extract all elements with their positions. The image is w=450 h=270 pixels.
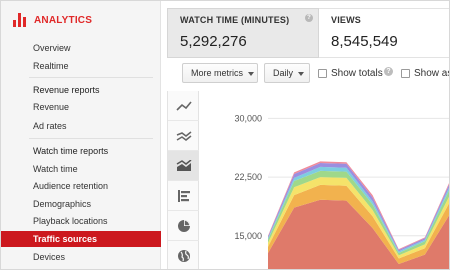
globe-icon (177, 249, 190, 262)
pie-chart-icon (177, 219, 190, 232)
analytics-brand[interactable]: ANALYTICS (13, 12, 92, 28)
show-totals-checkbox[interactable] (318, 68, 327, 78)
y-tick-label: 30,000 (234, 113, 262, 123)
help-icon[interactable]: ? (305, 14, 313, 22)
multi-line-chart-icon (176, 130, 191, 141)
sidebar-item-overview[interactable]: Overview (1, 41, 161, 55)
bar-chart-button[interactable] (168, 181, 199, 211)
globe-button[interactable] (168, 241, 199, 269)
sidebar-item-watch-time-reports[interactable]: Watch time reports (1, 144, 161, 158)
metric-title: WATCH TIME (MINUTES) (180, 15, 290, 25)
show-totals-label: Show totals (331, 67, 383, 79)
y-tick-label: 22,500 (234, 172, 262, 182)
sidebar-item-revenue[interactable]: Revenue (1, 100, 161, 114)
sidebar-item-demographics[interactable]: Demographics (1, 197, 161, 211)
help-icon[interactable]: ? (384, 67, 393, 76)
show-as-label: Show as (414, 67, 450, 79)
sidebar: ANALYTICS Overview Realtime Revenue repo… (1, 1, 161, 269)
show-totals-toggle[interactable]: Show totals (318, 67, 383, 79)
chevron-down-icon (248, 71, 255, 76)
y-tick-label: 15,000 (234, 231, 262, 241)
period-dropdown[interactable]: Daily (264, 63, 310, 83)
metric-value: 5,292,276 (180, 33, 247, 50)
sidebar-divider (29, 138, 153, 139)
show-as-checkbox[interactable] (401, 68, 410, 78)
sidebar-item-realtime[interactable]: Realtime (1, 59, 161, 73)
metric-value: 8,545,549 (331, 33, 398, 50)
line-chart-icon (175, 100, 192, 111)
more-metrics-label: More metrics (191, 68, 244, 78)
analytics-window: ANALYTICS Overview Realtime Revenue repo… (0, 0, 450, 270)
sidebar-item-audience-retention[interactable]: Audience retention (1, 179, 161, 193)
pie-chart-button[interactable] (168, 211, 199, 241)
bar-chart-logo-icon (13, 13, 27, 27)
traffic-area-chart: 30,000 22,500 15,000 (234, 113, 449, 269)
stacked-area-chart-icon (176, 159, 191, 171)
sidebar-item-devices[interactable]: Devices (1, 250, 161, 264)
metric-tab-watch-time[interactable]: WATCH TIME (MINUTES) 5,292,276 ? (167, 8, 319, 58)
show-as-toggle[interactable]: Show as (401, 67, 450, 79)
bar-chart-icon (177, 189, 190, 202)
chart-type-selector (167, 91, 199, 269)
more-metrics-dropdown[interactable]: More metrics (182, 63, 258, 83)
sidebar-item-ad-rates[interactable]: Ad rates (1, 119, 161, 133)
line-chart-button[interactable] (168, 91, 199, 121)
metric-tab-views[interactable]: VIEWS 8,545,549 (319, 8, 449, 58)
brand-label: ANALYTICS (34, 14, 93, 26)
multi-line-chart-button[interactable] (168, 121, 199, 151)
sidebar-item-playback-locations[interactable]: Playback locations (1, 214, 161, 228)
stacked-area-chart-button[interactable] (168, 151, 199, 181)
sidebar-divider (29, 77, 153, 78)
sidebar-item-traffic-sources[interactable]: Traffic sources (1, 231, 161, 247)
sidebar-item-revenue-reports[interactable]: Revenue reports (1, 83, 161, 97)
chevron-down-icon (298, 71, 305, 76)
period-label: Daily (273, 68, 294, 78)
sidebar-item-watch-time[interactable]: Watch time (1, 162, 161, 176)
metric-title: VIEWS (331, 15, 362, 25)
